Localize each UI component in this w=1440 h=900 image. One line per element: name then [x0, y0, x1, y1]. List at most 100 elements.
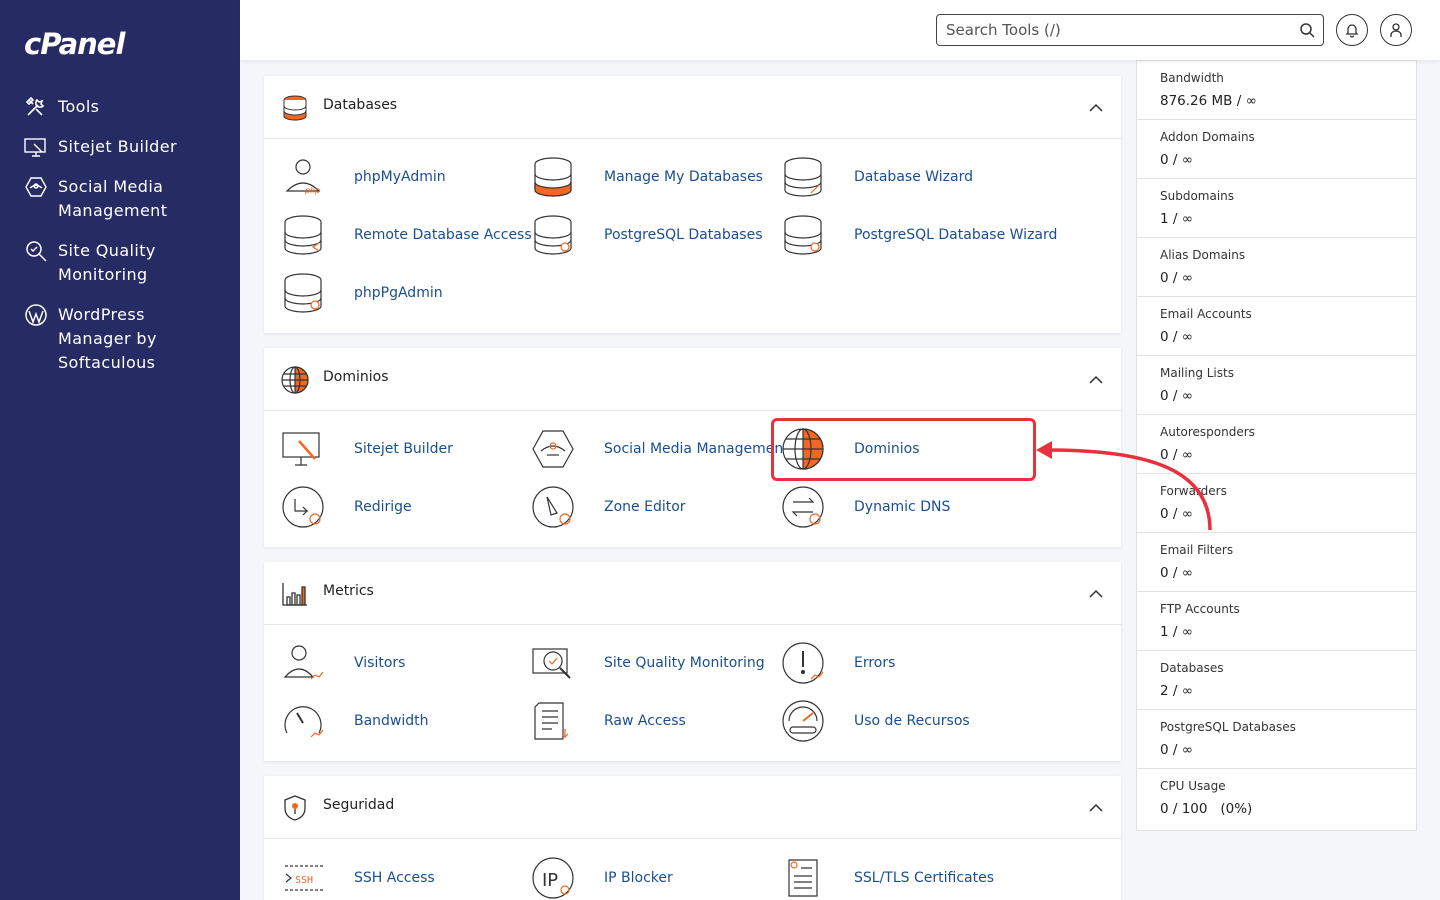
tool-sitejet-builder[interactable]: Sitejet Builder [281, 427, 453, 471]
redirect-icon [282, 486, 324, 528]
sidebar-item-wordpress[interactable]: WordPress Manager by Softaculous [24, 303, 194, 375]
dominios-panel-header[interactable]: Dominios [264, 348, 1121, 411]
seguridad-panel-header[interactable]: Seguridad [264, 776, 1121, 839]
tool-label: PostgreSQL Databases [604, 227, 763, 243]
sidebar-item-tools[interactable]: Tools [24, 95, 99, 119]
user-menu-button[interactable] [1380, 14, 1412, 46]
stat-value: 1 / ∞ [1160, 624, 1193, 640]
tool-ip-blocker[interactable]: IP IP Blocker [531, 856, 673, 900]
postgresql-wizard-icon [784, 215, 822, 255]
svg-text:php: php [304, 186, 320, 195]
errors-icon [782, 642, 824, 684]
chevron-up-icon[interactable] [1089, 101, 1103, 115]
stat-value: 1 / ∞ [1160, 211, 1193, 227]
tool-label: phpMyAdmin [354, 169, 446, 185]
sidebar-item-label: Social Media Management [58, 177, 168, 220]
sidebar-item-sitejet[interactable]: Sitejet Builder [24, 135, 177, 159]
sidebar-item-label: Site Quality Monitoring [58, 241, 156, 284]
tool-errors[interactable]: Errors [781, 641, 895, 685]
sidebar-item-site-quality[interactable]: Site Quality Monitoring [24, 239, 224, 287]
sitejet-icon [24, 138, 46, 157]
tool-uso-de-recursos[interactable]: Uso de Recursos [781, 699, 970, 743]
sidebar-item-label: Sitejet Builder [58, 137, 177, 156]
stat-value: 0 / ∞ [1160, 742, 1193, 758]
tool-bandwidth[interactable]: Bandwidth [281, 699, 429, 743]
tool-site-quality-monitoring[interactable]: Site Quality Monitoring [531, 641, 765, 685]
stat-alias-domains: Alias Domains 0 / ∞ [1137, 238, 1416, 297]
globe-icon [281, 366, 309, 394]
stat-value: 0 / ∞ [1160, 565, 1193, 581]
tool-label: Redirige [354, 499, 412, 515]
tool-raw-access[interactable]: Raw Access [531, 699, 686, 743]
stat-value: 0 / 100 (0%) [1160, 801, 1253, 817]
tool-remote-database[interactable]: Remote Database Access [281, 213, 532, 257]
stat-value: 0 / ∞ [1160, 329, 1193, 345]
panel-title: Databases [323, 97, 398, 113]
social-media-icon [532, 430, 574, 468]
tool-ssl-tls[interactable]: SSL/TLS Certificates [781, 856, 994, 900]
tool-label: SSL/TLS Certificates [854, 870, 994, 886]
database-wizard-icon [784, 157, 822, 197]
tool-phppgadmin[interactable]: phpPgAdmin [281, 271, 443, 315]
stat-label: FTP Accounts [1160, 602, 1240, 616]
stat-value: 0 / ∞ [1160, 270, 1193, 286]
sidebar-item-label: Tools [58, 97, 100, 116]
stat-forwarders: Forwarders 0 / ∞ [1137, 474, 1416, 533]
chevron-up-icon[interactable] [1089, 587, 1103, 601]
notifications-button[interactable] [1336, 14, 1368, 46]
stat-label: PostgreSQL Databases [1160, 720, 1296, 734]
chevron-up-icon[interactable] [1089, 801, 1103, 815]
phpmyadmin-icon: php [285, 159, 321, 195]
tool-postgresql-databases[interactable]: PostgreSQL Databases [531, 213, 763, 257]
cpanel-logo[interactable]: cPanel [24, 27, 125, 61]
dynamic-dns-icon [782, 486, 824, 528]
stat-addon-domains: Addon Domains 0 / ∞ [1137, 120, 1416, 179]
tool-phpmyadmin[interactable]: php phpMyAdmin [281, 155, 446, 199]
databases-panel: Databases php phpMyAdmin Manage My Datab… [264, 76, 1121, 333]
sidebar: cPanel Tools Sitejet Builder Social Medi… [0, 0, 240, 900]
chevron-up-icon[interactable] [1089, 373, 1103, 387]
raw-access-icon [534, 702, 569, 740]
stat-email-filters: Email Filters 0 / ∞ [1137, 533, 1416, 592]
tool-social-media-management[interactable]: Social Media Management [531, 427, 789, 471]
bell-icon [1345, 24, 1359, 38]
site-quality-icon [532, 648, 571, 679]
panel-title: Dominios [323, 369, 389, 385]
postgresql-icon [534, 215, 572, 255]
metrics-panel-header[interactable]: Metrics [264, 562, 1121, 625]
tool-zone-editor[interactable]: Zone Editor [531, 485, 686, 529]
tools-icon [25, 96, 45, 116]
tool-label: SSH Access [354, 870, 435, 886]
tool-label: Raw Access [604, 713, 686, 729]
stat-databases: Databases 2 / ∞ [1137, 651, 1416, 710]
search-icon[interactable] [1299, 22, 1315, 38]
search-input[interactable] [946, 15, 1286, 45]
database-icon [283, 95, 307, 121]
tool-manage-databases[interactable]: Manage My Databases [531, 155, 763, 199]
sidebar-item-social-media[interactable]: Social Media Management [24, 175, 224, 223]
ssl-icon [788, 859, 818, 897]
tool-postgresql-wizard[interactable]: PostgreSQL Database Wizard [781, 213, 1057, 257]
stat-postgresql-databases: PostgreSQL Databases 0 / ∞ [1137, 710, 1416, 769]
search-box [936, 14, 1324, 46]
top-header [240, 0, 1440, 60]
tool-label: Social Media Management [604, 441, 789, 457]
tool-label: Site Quality Monitoring [604, 655, 765, 671]
tool-database-wizard[interactable]: Database Wizard [781, 155, 973, 199]
stat-ftp-accounts: FTP Accounts 1 / ∞ [1137, 592, 1416, 651]
svg-text:SSH: SSH [295, 875, 313, 886]
stat-subdomains: Subdomains 1 / ∞ [1137, 179, 1416, 238]
tool-dynamic-dns[interactable]: Dynamic DNS [781, 485, 950, 529]
stat-label: Email Filters [1160, 543, 1234, 557]
databases-panel-header[interactable]: Databases [264, 76, 1121, 139]
tool-visitors[interactable]: Visitors [281, 641, 405, 685]
tool-redirige[interactable]: Redirige [281, 485, 412, 529]
zone-editor-icon [532, 486, 574, 528]
metrics-icon [282, 583, 307, 606]
stat-autoresponders: Autoresponders 0 / ∞ [1137, 415, 1416, 474]
tool-label: Errors [854, 655, 896, 671]
tool-label: IP Blocker [604, 870, 673, 886]
stat-email-accounts: Email Accounts 0 / ∞ [1137, 297, 1416, 356]
stat-label: CPU Usage [1160, 779, 1226, 793]
tool-ssh-access[interactable]: SSH SSH Access [281, 856, 435, 900]
